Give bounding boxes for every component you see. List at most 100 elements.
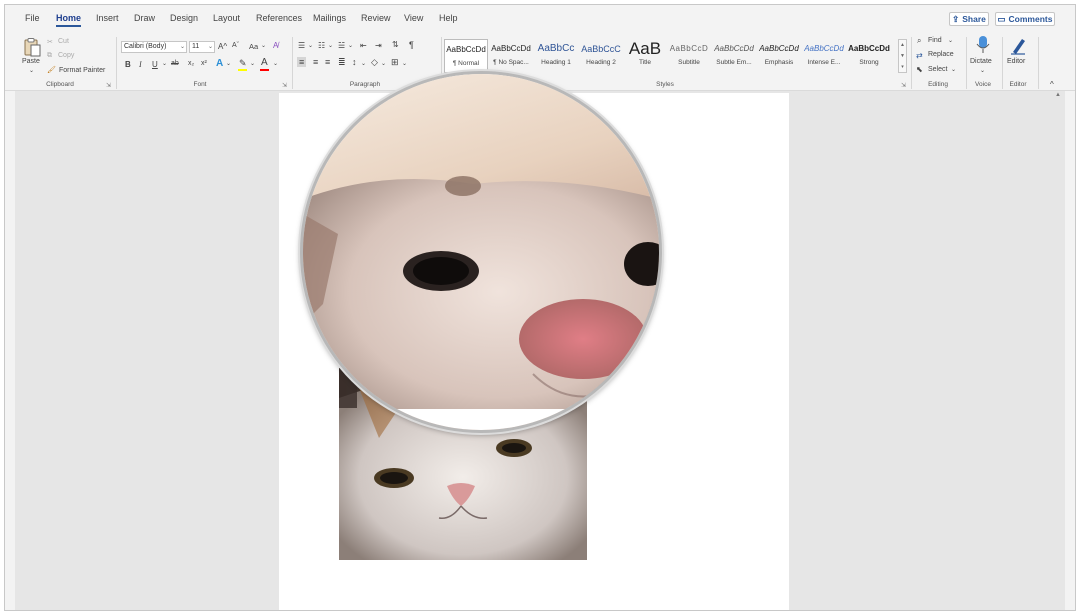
style-subtitle[interactable]: AaBbCcD Subtitle xyxy=(667,39,711,73)
tab-view[interactable]: View xyxy=(404,13,423,23)
align-center-icon[interactable]: ≡ xyxy=(313,57,318,67)
style-sample: AaBbCc xyxy=(537,43,575,54)
chevron-down-icon[interactable]: ⌄ xyxy=(250,60,255,67)
subscript-button[interactable]: x₂ xyxy=(188,60,194,67)
styles-launcher-icon[interactable]: ⇲ xyxy=(901,82,906,89)
divider xyxy=(1038,37,1039,89)
format-painter-button[interactable]: Format Painter xyxy=(59,67,105,74)
increase-indent-icon[interactable]: ⇥ xyxy=(375,41,382,50)
chevron-down-icon[interactable]: ⌄ xyxy=(951,66,956,73)
chevron-down-icon[interactable]: ⌄ xyxy=(980,67,985,74)
chevron-down-icon[interactable]: ⌄ xyxy=(328,42,333,49)
change-case-button[interactable]: Aa xyxy=(249,42,258,51)
highlight-color-swatch xyxy=(238,69,247,71)
style-subtle-emphasis[interactable]: AaBbCcDd Subtle Em... xyxy=(712,39,756,73)
chevron-down-icon[interactable]: ⌄ xyxy=(308,42,313,49)
style-intense-emphasis[interactable]: AaBbCcDd Intense E... xyxy=(802,39,846,73)
format-painter-icon[interactable]: 🖌 xyxy=(47,66,56,74)
dictate-button[interactable]: Dictate xyxy=(970,58,992,65)
find-button[interactable]: Find xyxy=(928,37,942,44)
cut-button[interactable]: Cut xyxy=(58,38,69,45)
style-emphasis[interactable]: AaBbCcDd Emphasis xyxy=(757,39,801,73)
replace-icon[interactable]: ⇄ xyxy=(916,51,923,60)
style-no-spacing[interactable]: AaBbCcDd ¶ No Spac... xyxy=(489,39,533,73)
tab-references[interactable]: References xyxy=(256,13,302,23)
editor-icon[interactable] xyxy=(1009,35,1027,55)
select-button[interactable]: Select xyxy=(928,66,947,73)
sort-icon[interactable]: ⇅ xyxy=(392,40,399,49)
font-family-select[interactable]: Calibri (Body) ⌄ xyxy=(121,41,187,53)
chevron-down-icon[interactable]: ⌄ xyxy=(348,42,353,49)
underline-button[interactable]: U xyxy=(152,60,158,69)
chevron-down-icon[interactable]: ⌄ xyxy=(948,37,953,44)
decrease-indent-icon[interactable]: ⇤ xyxy=(360,41,367,50)
justify-icon[interactable]: ≣ xyxy=(338,57,346,68)
find-icon[interactable]: ⌕ xyxy=(917,36,921,46)
replace-button[interactable]: Replace xyxy=(928,51,954,58)
tab-draw[interactable]: Draw xyxy=(134,13,155,23)
comments-button[interactable]: ▭ Comments xyxy=(995,12,1055,26)
grow-font-button[interactable]: A^ xyxy=(218,42,227,51)
align-left-icon[interactable]: ≡ xyxy=(297,57,307,67)
shading-icon[interactable]: ◇ xyxy=(371,57,378,68)
paste-icon[interactable] xyxy=(22,37,42,57)
share-button[interactable]: ⇪ Share xyxy=(949,12,989,26)
tab-review[interactable]: Review xyxy=(361,13,391,23)
share-icon: ⇪ xyxy=(952,13,960,24)
bold-button[interactable]: B xyxy=(125,60,131,69)
divider xyxy=(911,37,912,89)
chevron-down-icon[interactable]: ▼ xyxy=(899,51,906,62)
clipboard-launcher-icon[interactable]: ⇲ xyxy=(106,82,111,89)
chevron-down-icon[interactable]: ⌄ xyxy=(162,60,167,67)
tab-mailings[interactable]: Mailings xyxy=(313,13,346,23)
chevron-down-icon[interactable]: ⌄ xyxy=(402,60,407,67)
chevron-down-icon[interactable]: ⌄ xyxy=(226,60,231,67)
chevron-down-icon[interactable]: ⌄ xyxy=(361,60,366,67)
cut-icon[interactable]: ✂ xyxy=(47,38,53,46)
highlight-icon[interactable]: ✎ xyxy=(239,58,247,69)
copy-icon[interactable]: ⧉ xyxy=(47,52,52,60)
select-icon[interactable]: ⬉ xyxy=(916,65,923,74)
tab-layout[interactable]: Layout xyxy=(213,13,240,23)
italic-button[interactable]: I xyxy=(139,60,142,69)
tab-insert[interactable]: Insert xyxy=(96,13,119,23)
numbering-icon[interactable]: ☷ xyxy=(318,41,325,50)
font-color-icon[interactable]: A xyxy=(261,57,268,68)
show-formatting-icon[interactable]: ¶ xyxy=(409,40,414,50)
microphone-icon[interactable] xyxy=(975,35,991,55)
styles-gallery-scroll[interactable]: ▲ ▼ ▾ xyxy=(898,39,907,73)
chevron-up-icon[interactable]: ▲ xyxy=(899,40,906,51)
bullets-icon[interactable]: ☰ xyxy=(298,41,305,50)
superscript-button[interactable]: x² xyxy=(201,60,207,67)
style-normal[interactable]: AaBbCcDd ¶ Normal xyxy=(444,39,488,73)
strikethrough-button[interactable]: ab xyxy=(171,60,179,67)
font-launcher-icon[interactable]: ⇲ xyxy=(282,82,287,89)
shrink-font-button[interactable]: Aˇ xyxy=(232,42,239,49)
scroll-up-icon[interactable]: ▲ xyxy=(1055,92,1061,98)
style-heading-2[interactable]: AaBbCcC Heading 2 xyxy=(579,39,623,73)
editor-button[interactable]: Editor xyxy=(1007,58,1025,65)
paste-button[interactable]: Paste xyxy=(22,58,40,65)
line-spacing-icon[interactable]: ↕ xyxy=(352,57,357,67)
tab-file[interactable]: File xyxy=(25,13,40,23)
magnifier-lens[interactable] xyxy=(300,71,662,433)
more-styles-icon[interactable]: ▾ xyxy=(899,62,906,73)
multilevel-list-icon[interactable]: ☱ xyxy=(338,41,345,50)
tab-home[interactable]: Home xyxy=(56,13,82,27)
tab-design[interactable]: Design xyxy=(170,13,198,23)
align-right-icon[interactable]: ≡ xyxy=(325,57,330,67)
style-strong[interactable]: AaBbCcDd Strong xyxy=(847,39,891,73)
tab-help[interactable]: Help xyxy=(439,13,458,23)
copy-button[interactable]: Copy xyxy=(58,52,74,59)
chevron-down-icon[interactable]: ⌄ xyxy=(381,60,386,67)
chevron-down-icon[interactable]: ⌄ xyxy=(261,42,266,49)
paste-dropdown-icon[interactable]: ⌄ xyxy=(29,67,34,74)
borders-icon[interactable]: ⊞ xyxy=(391,57,399,68)
style-title[interactable]: AaB Title xyxy=(623,39,667,73)
chevron-down-icon[interactable]: ⌄ xyxy=(273,60,278,67)
font-size-select[interactable]: 11 ⌄ xyxy=(189,41,215,53)
text-effects-icon[interactable]: A xyxy=(216,58,223,69)
style-heading-1[interactable]: AaBbCc Heading 1 xyxy=(534,39,578,73)
clear-formatting-icon[interactable]: A̸ xyxy=(273,41,278,50)
collapse-ribbon-icon[interactable]: ^ xyxy=(1050,80,1054,89)
